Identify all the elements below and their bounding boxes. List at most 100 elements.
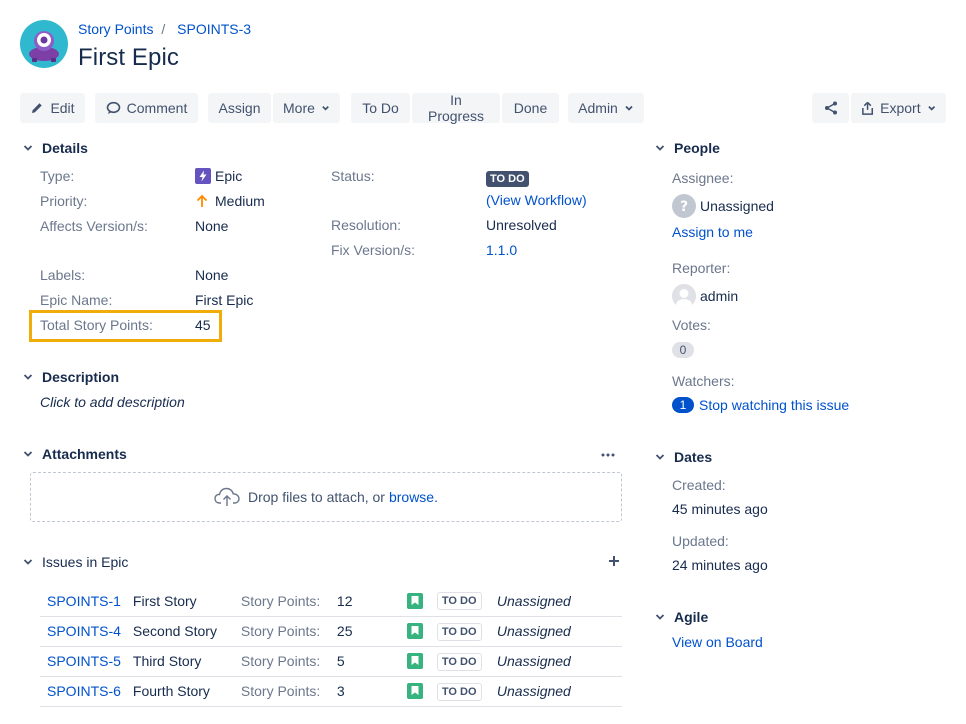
story-points-label: Story Points: <box>240 592 321 609</box>
add-issue-button[interactable] <box>607 554 621 571</box>
svg-text:?: ? <box>680 199 688 215</box>
plus-icon <box>609 556 619 566</box>
epic-issue-assignee: Unassigned <box>496 592 571 609</box>
epic-issue-summary[interactable]: Second Story <box>133 623 217 639</box>
comment-label: Comment <box>126 100 188 116</box>
export-button[interactable]: Export <box>851 93 946 123</box>
project-avatar[interactable] <box>20 20 68 68</box>
epic-issue-assignee: Unassigned <box>496 683 571 699</box>
watchers-count-badge[interactable]: 1 <box>672 397 694 413</box>
type-label: Type: <box>40 168 75 184</box>
arrow-up-icon <box>196 194 208 207</box>
assign-button[interactable]: Assign <box>208 93 271 123</box>
table-row[interactable]: SPOINTS-5 Third Story Story Points: 5 TO DO U… <box>40 646 622 677</box>
comment-icon <box>106 101 120 114</box>
status-label: Status: <box>331 168 375 184</box>
epic-issue-summary[interactable]: Third Story <box>133 653 201 669</box>
story-points-value: 25 <box>336 623 353 639</box>
done-button[interactable]: Done <box>502 93 559 123</box>
assignee-value[interactable]: ? Unassigned <box>672 194 774 218</box>
table-row[interactable]: SPOINTS-6 Fourth Story Story Points: 3 TO DO… <box>40 676 622 707</box>
status-lozenge-wrapper: TO DO <box>486 169 529 187</box>
affects-versions-value[interactable]: None <box>195 218 228 234</box>
priority-label: Priority: <box>40 193 88 209</box>
story-icon <box>406 682 423 699</box>
status-lozenge: TO DO <box>486 171 529 187</box>
epic-name-label: Epic Name: <box>40 292 113 308</box>
table-row[interactable]: SPOINTS-4 Second Story Story Points: 25 TO D… <box>40 616 622 647</box>
table-row[interactable]: SPOINTS-1 First Story Story Points: 12 TO DO… <box>40 586 622 617</box>
more-button[interactable]: More <box>273 93 340 123</box>
people-heading: People <box>674 140 720 156</box>
details-section-toggle[interactable]: Details <box>22 140 88 156</box>
priority-text: Medium <box>215 193 265 209</box>
chevron-down-icon <box>927 105 935 111</box>
view-workflow-link[interactable]: (View Workflow) <box>486 192 587 208</box>
agile-heading: Agile <box>674 609 709 625</box>
fix-version-link[interactable]: 1.1.0 <box>486 242 517 258</box>
issues-in-epic-section-toggle[interactable]: Issues in Epic <box>22 554 128 570</box>
view-on-board-link[interactable]: View on Board <box>672 634 763 650</box>
todo-button[interactable]: To Do <box>351 93 410 123</box>
chevron-down-icon <box>23 559 33 565</box>
admin-label: Admin <box>578 100 618 116</box>
epic-issue-key-link[interactable]: SPOINTS-5 <box>47 653 121 669</box>
share-icon <box>824 101 837 115</box>
labels-value[interactable]: None <box>195 267 228 283</box>
attachments-heading: Attachments <box>42 446 127 462</box>
breadcrumb-project-link[interactable]: Story Points <box>78 21 153 37</box>
edit-button[interactable]: Edit <box>20 93 85 123</box>
reporter-value[interactable]: admin <box>672 284 738 308</box>
agile-section-toggle[interactable]: Agile <box>654 609 708 625</box>
drop-files-text: Drop files to attach, or <box>248 489 385 505</box>
affects-versions-label: Affects Version/s: <box>40 218 148 234</box>
epic-name-value[interactable]: First Epic <box>195 292 253 308</box>
watchers-label: Watchers: <box>672 373 735 389</box>
resolution-value: Unresolved <box>486 217 557 233</box>
epic-issue-key-link[interactable]: SPOINTS-6 <box>47 683 121 699</box>
status-lozenge: TO DO <box>436 682 482 701</box>
reporter-label: Reporter: <box>672 260 731 276</box>
issues-in-epic-heading: Issues in Epic <box>42 554 129 570</box>
people-section-toggle[interactable]: People <box>654 140 720 156</box>
type-value: Epic <box>195 168 242 184</box>
share-button[interactable] <box>812 93 849 123</box>
issue-title[interactable]: First Epic <box>78 44 179 72</box>
attachments-more-button[interactable] <box>600 447 616 466</box>
epic-issue-key-link[interactable]: SPOINTS-1 <box>47 593 121 609</box>
epic-issue-assignee: Unassigned <box>496 623 571 639</box>
details-heading: Details <box>42 140 88 156</box>
story-points-label: Story Points: <box>240 653 321 669</box>
description-placeholder[interactable]: Click to add description <box>40 394 185 410</box>
attachments-section-toggle[interactable]: Attachments <box>22 446 127 462</box>
chevron-down-icon <box>655 145 665 151</box>
export-label: Export <box>880 100 921 116</box>
description-section-toggle[interactable]: Description <box>22 369 119 385</box>
fix-versions-label: Fix Version/s: <box>331 242 416 258</box>
epic-issue-summary[interactable]: Fourth Story <box>133 683 210 699</box>
breadcrumb-issue-link[interactable]: SPOINTS-3 <box>177 21 251 37</box>
stop-watching-link[interactable]: Stop watching this issue <box>699 397 849 413</box>
story-icon <box>406 622 423 639</box>
comment-button[interactable]: Comment <box>95 93 198 123</box>
labels-label: Labels: <box>40 267 86 283</box>
status-lozenge: TO DO <box>436 622 482 641</box>
dates-heading: Dates <box>674 449 713 465</box>
total-story-points-label: Total Story Points: <box>40 317 153 333</box>
epic-issue-key-link[interactable]: SPOINTS-4 <box>47 623 121 639</box>
attachment-dropzone[interactable]: Drop files to attach, or browse. <box>30 472 622 522</box>
admin-button[interactable]: Admin <box>568 93 644 123</box>
story-points-value: 3 <box>336 683 345 699</box>
in-progress-button[interactable]: In Progress <box>412 92 500 124</box>
cloud-upload-icon <box>214 487 240 506</box>
epic-issue-summary[interactable]: First Story <box>133 593 197 609</box>
dates-section-toggle[interactable]: Dates <box>654 449 712 465</box>
epic-issue-assignee: Unassigned <box>496 653 571 669</box>
assign-to-me-link[interactable]: Assign to me <box>672 224 753 240</box>
story-icon <box>406 592 423 609</box>
description-heading: Description <box>42 369 120 385</box>
browse-link[interactable]: browse. <box>389 489 438 505</box>
story-points-label: Story Points: <box>240 623 321 639</box>
priority-value: Medium <box>195 193 265 209</box>
votes-count-badge[interactable]: 0 <box>672 342 694 358</box>
